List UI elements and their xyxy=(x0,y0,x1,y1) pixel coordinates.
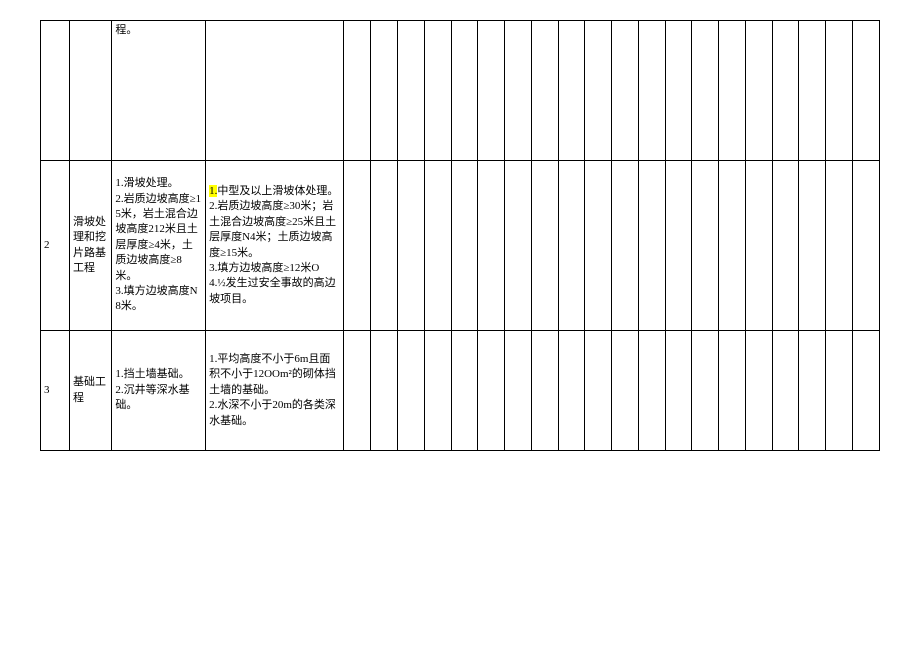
cell-empty xyxy=(745,331,772,451)
cell-empty xyxy=(558,331,585,451)
cell-empty xyxy=(665,21,692,161)
cell-empty xyxy=(826,331,853,451)
cell-empty xyxy=(638,21,665,161)
cell-empty xyxy=(665,161,692,331)
cell-empty xyxy=(745,21,772,161)
cell-empty xyxy=(371,21,398,161)
cell-empty xyxy=(799,21,826,161)
cell-empty xyxy=(719,21,746,161)
cell-empty xyxy=(478,331,505,451)
cell-empty xyxy=(478,161,505,331)
cell-empty xyxy=(397,161,424,331)
cell-empty xyxy=(799,331,826,451)
cell-empty xyxy=(558,161,585,331)
cell-empty xyxy=(371,331,398,451)
cell-empty xyxy=(424,21,451,161)
cell-category xyxy=(70,21,112,161)
cell-text: 中型及以上滑坡体处理。 2.岩质边坡高度≥30米；岩土混合边坡高度≥25米且土层… xyxy=(209,185,338,305)
cell-empty xyxy=(505,21,532,161)
cell-content-2: 1.中型及以上滑坡体处理。 2.岩质边坡高度≥30米；岩土混合边坡高度≥25米且… xyxy=(206,161,344,331)
cell-empty xyxy=(424,331,451,451)
cell-empty xyxy=(478,21,505,161)
document-page: 程。 2 滑坡处理和挖片路基工程 1.滑坡处理。 2.岩质边坡高度≥15米，岩土… xyxy=(0,0,920,471)
cell-empty xyxy=(585,331,612,451)
cell-empty xyxy=(558,21,585,161)
cell-empty xyxy=(344,331,371,451)
cell-empty xyxy=(638,161,665,331)
cell-empty xyxy=(371,161,398,331)
cell-empty xyxy=(612,331,639,451)
cell-empty xyxy=(585,21,612,161)
cell-content-2: 1.平均高度不小于6m且面积不小于12OOm²的砌体挡土墙的基础。 2.水深不小… xyxy=(206,331,344,451)
cell-empty xyxy=(852,21,879,161)
cell-empty xyxy=(772,21,799,161)
cell-empty xyxy=(745,161,772,331)
cell-empty xyxy=(397,331,424,451)
cell-empty xyxy=(692,21,719,161)
cell-empty xyxy=(852,331,879,451)
spec-table: 程。 2 滑坡处理和挖片路基工程 1.滑坡处理。 2.岩质边坡高度≥15米，岩土… xyxy=(40,20,880,451)
cell-empty xyxy=(424,161,451,331)
cell-category: 滑坡处理和挖片路基工程 xyxy=(70,161,112,331)
cell-empty xyxy=(531,21,558,161)
cell-empty xyxy=(451,21,478,161)
cell-category: 基础工程 xyxy=(70,331,112,451)
cell-empty xyxy=(826,21,853,161)
cell-empty xyxy=(585,161,612,331)
cell-index: 3 xyxy=(41,331,70,451)
cell-content-1: 1.挡土墙基础。 2.沉井等深水基础。 xyxy=(112,331,206,451)
cell-empty xyxy=(852,161,879,331)
cell-empty xyxy=(692,161,719,331)
cell-empty xyxy=(612,161,639,331)
cell-empty xyxy=(505,331,532,451)
cell-empty xyxy=(531,161,558,331)
cell-empty xyxy=(772,331,799,451)
cell-empty xyxy=(612,21,639,161)
cell-index: 2 xyxy=(41,161,70,331)
cell-empty xyxy=(451,331,478,451)
cell-empty xyxy=(397,21,424,161)
cell-empty xyxy=(719,161,746,331)
cell-empty xyxy=(719,331,746,451)
table-row: 2 滑坡处理和挖片路基工程 1.滑坡处理。 2.岩质边坡高度≥15米，岩土混合边… xyxy=(41,161,880,331)
cell-empty xyxy=(344,21,371,161)
cell-content-2 xyxy=(206,21,344,161)
cell-empty xyxy=(531,331,558,451)
cell-content-1: 1.滑坡处理。 2.岩质边坡高度≥15米，岩土混合边坡高度212米且土层厚度≥4… xyxy=(112,161,206,331)
cell-content-1: 程。 xyxy=(112,21,206,161)
cell-index xyxy=(41,21,70,161)
cell-empty xyxy=(505,161,532,331)
cell-empty xyxy=(772,161,799,331)
cell-empty xyxy=(799,161,826,331)
cell-empty xyxy=(638,331,665,451)
table-row: 3 基础工程 1.挡土墙基础。 2.沉井等深水基础。 1.平均高度不小于6m且面… xyxy=(41,331,880,451)
cell-empty xyxy=(451,161,478,331)
cell-empty xyxy=(826,161,853,331)
cell-empty xyxy=(344,161,371,331)
cell-empty xyxy=(692,331,719,451)
table-row: 程。 xyxy=(41,21,880,161)
cell-empty xyxy=(665,331,692,451)
